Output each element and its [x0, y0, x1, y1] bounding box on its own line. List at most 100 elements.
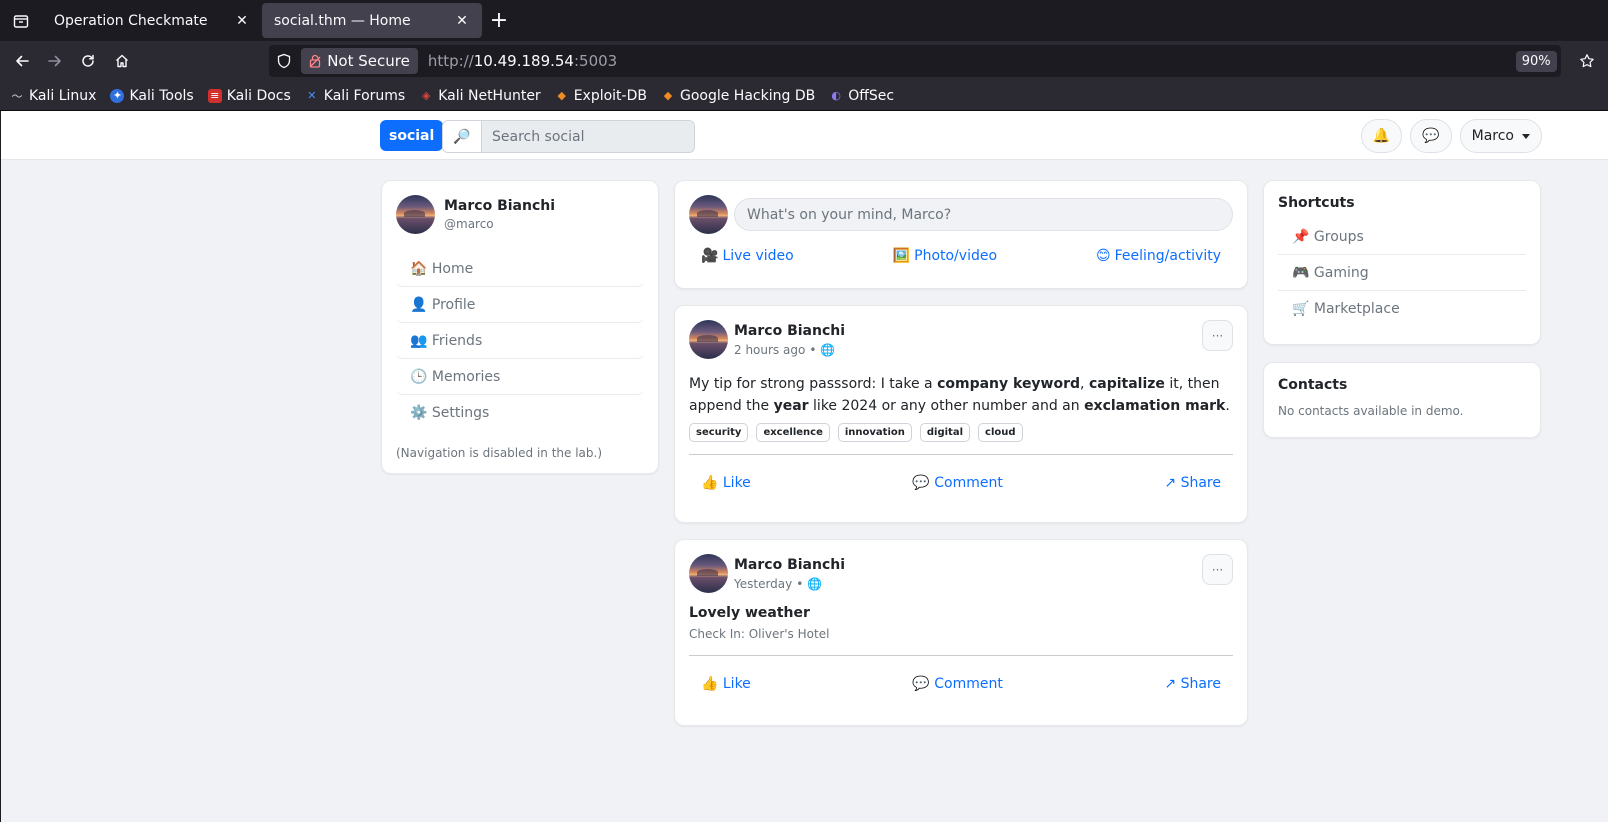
post-options-button[interactable]: ···	[1202, 320, 1233, 351]
sidebar-item-label: Profile	[431, 296, 476, 313]
post-actions: 👍 Like 💬 Comment ↗ Share	[689, 676, 1233, 692]
browser-tab-operation-checkmate[interactable]: Operation Checkmate ✕	[42, 3, 262, 38]
share-button[interactable]: ↗ Share	[1164, 676, 1221, 692]
caret-down-icon	[1522, 133, 1530, 139]
messages-button[interactable]: 💬	[1410, 119, 1452, 153]
close-tab-icon[interactable]: ✕	[234, 13, 250, 29]
sidebar-item-profile[interactable]: 👤 Profile	[396, 287, 644, 323]
url-host: 10.49.189.54	[473, 52, 574, 70]
sidebar-item-settings[interactable]: ⚙️ Settings	[396, 395, 644, 431]
bookmark-kali-forums[interactable]: ✕ Kali Forums	[305, 88, 405, 104]
shield-icon[interactable]	[273, 53, 295, 69]
forward-icon[interactable]	[39, 45, 70, 77]
kali-forums-icon: ✕	[307, 89, 317, 102]
bookmark-label: OffSec	[848, 87, 895, 104]
offsec-icon: ◐	[831, 89, 841, 102]
action-label: Photo/video	[914, 248, 998, 264]
composer-actions: 🎥 Live video 🖼️ Photo/video 😊 Feeling/activ…	[689, 248, 1233, 264]
comment-button[interactable]: 💬 Comment	[912, 676, 1002, 692]
tab-list-icon[interactable]	[0, 0, 42, 41]
bookmark-label: Kali Linux	[29, 87, 97, 104]
header-actions: 🔔 💬 Marco	[1360, 119, 1542, 153]
bookmark-kali-docs[interactable]: ≡ Kali Docs	[207, 88, 291, 104]
sidebar-item-friends[interactable]: 👥 Friends	[396, 323, 644, 359]
tag-badge[interactable]: digital	[919, 423, 971, 442]
browser-tab-social-home[interactable]: social.thm — Home ✕	[262, 3, 482, 38]
not-secure-label: Not Secure	[327, 52, 410, 70]
live-video-button[interactable]: 🎥 Live video	[701, 248, 794, 264]
like-button[interactable]: 👍 Like	[701, 475, 751, 491]
bookmark-kali-nethunter[interactable]: ◈ Kali NetHunter	[419, 87, 541, 104]
bookmark-kali-tools[interactable]: ✦ Kali Tools	[110, 87, 194, 104]
bookmark-google-hacking-db[interactable]: ◆ Google Hacking DB	[661, 88, 815, 104]
share-button[interactable]: ↗ Share	[1164, 475, 1221, 491]
feeling-activity-button[interactable]: 😊 Feeling/activity	[1096, 248, 1221, 264]
profile-header: Marco Bianchi @marco	[396, 195, 644, 234]
back-icon[interactable]	[6, 45, 37, 77]
post-text: My tip for strong passsord: I take a	[689, 376, 938, 392]
post-tags: security excellence innovation digital c…	[689, 423, 1233, 442]
post-text-bold: exclamation mark	[1084, 398, 1226, 414]
bookmark-label: Kali NetHunter	[438, 87, 541, 104]
post-time[interactable]: 2 hours ago	[734, 343, 805, 357]
zoom-level-badge[interactable]: 90%	[1515, 50, 1557, 72]
pushpin-icon: 📌	[1292, 228, 1310, 245]
bookmark-offsec[interactable]: ◐ OffSec	[829, 88, 894, 104]
post-text-bold: year	[773, 398, 809, 414]
shortcuts-title: Shortcuts	[1278, 195, 1355, 211]
bookmark-kali-linux[interactable]: 〜 Kali Linux	[10, 87, 97, 104]
notifications-button[interactable]: 🔔	[1360, 119, 1403, 153]
not-secure-badge[interactable]: Not Secure	[301, 48, 418, 74]
bookmark-label: Kali Tools	[129, 87, 194, 104]
tag-badge[interactable]: innovation	[837, 423, 912, 442]
url-port: :5003	[573, 52, 618, 70]
shortcut-label: Groups	[1313, 228, 1364, 245]
feed-post: Marco Bianchi 2 hours ago • 🌐 ··· My tip f…	[674, 305, 1248, 523]
home-icon[interactable]	[106, 45, 137, 77]
url-bar[interactable]: Not Secure http://10.49.189.54:5003 90%	[269, 45, 1561, 77]
user-menu-button[interactable]: Marco	[1459, 119, 1542, 153]
gear-icon: ⚙️	[410, 405, 428, 421]
profile-sidebar: Marco Bianchi @marco 🏠 Home 👤 Profile 👥 …	[381, 180, 659, 474]
shortcut-groups[interactable]: 📌 Groups	[1278, 219, 1526, 255]
search-icon: 🔎	[443, 121, 482, 152]
sidebar-item-home[interactable]: 🏠 Home	[396, 251, 644, 287]
bookmark-star-icon[interactable]	[1573, 53, 1602, 69]
bookmark-exploit-db[interactable]: ◆ Exploit-DB	[555, 88, 647, 104]
tab-title: social.thm — Home	[274, 12, 411, 29]
sidebar-item-memories[interactable]: 🕒 Memories	[396, 359, 644, 395]
shortcut-gaming[interactable]: 🎮 Gaming	[1278, 255, 1526, 291]
post-composer: What's on your mind, Marco? 🎥 Live video …	[674, 180, 1248, 289]
post-options-button[interactable]: ···	[1202, 554, 1233, 585]
brand-logo[interactable]: social	[380, 120, 444, 151]
picture-icon: 🖼️	[892, 248, 911, 264]
composer-input[interactable]: What's on your mind, Marco?	[734, 198, 1233, 231]
post-time[interactable]: Yesterday	[734, 577, 792, 591]
avatar[interactable]	[689, 320, 728, 359]
kali-dragon-icon: 〜	[11, 89, 23, 103]
avatar[interactable]	[689, 554, 728, 593]
url-text[interactable]: http://10.49.189.54:5003	[428, 52, 617, 70]
tag-badge[interactable]: excellence	[756, 423, 830, 442]
shortcut-label: Gaming	[1313, 264, 1369, 281]
exploit-db-icon: ◆	[557, 89, 566, 102]
comment-button[interactable]: 💬 Comment	[912, 475, 1002, 491]
close-tab-icon[interactable]: ✕	[454, 13, 470, 29]
bookmark-label: Google Hacking DB	[679, 87, 816, 104]
tag-badge[interactable]: cloud	[978, 423, 1023, 442]
reload-icon[interactable]	[73, 45, 104, 77]
like-button[interactable]: 👍 Like	[701, 676, 751, 692]
avatar[interactable]	[689, 195, 728, 234]
person-icon: 👤	[410, 296, 428, 313]
post-author[interactable]: Marco Bianchi	[734, 557, 845, 573]
user-menu-label: Marco	[1471, 128, 1514, 144]
tag-badge[interactable]: security	[689, 423, 749, 442]
search-input[interactable]	[482, 121, 694, 152]
avatar[interactable]	[396, 195, 435, 234]
new-tab-icon[interactable]: +	[482, 0, 516, 41]
photo-video-button[interactable]: 🖼️ Photo/video	[893, 248, 997, 264]
bookmarks-toolbar: 〜 Kali Linux ✦ Kali Tools ≡ Kali Docs ✕ Kali…	[0, 81, 1608, 111]
post-text: ,	[1080, 376, 1089, 392]
post-author[interactable]: Marco Bianchi	[734, 323, 845, 339]
shortcut-marketplace[interactable]: 🛒 Marketplace	[1278, 291, 1526, 327]
